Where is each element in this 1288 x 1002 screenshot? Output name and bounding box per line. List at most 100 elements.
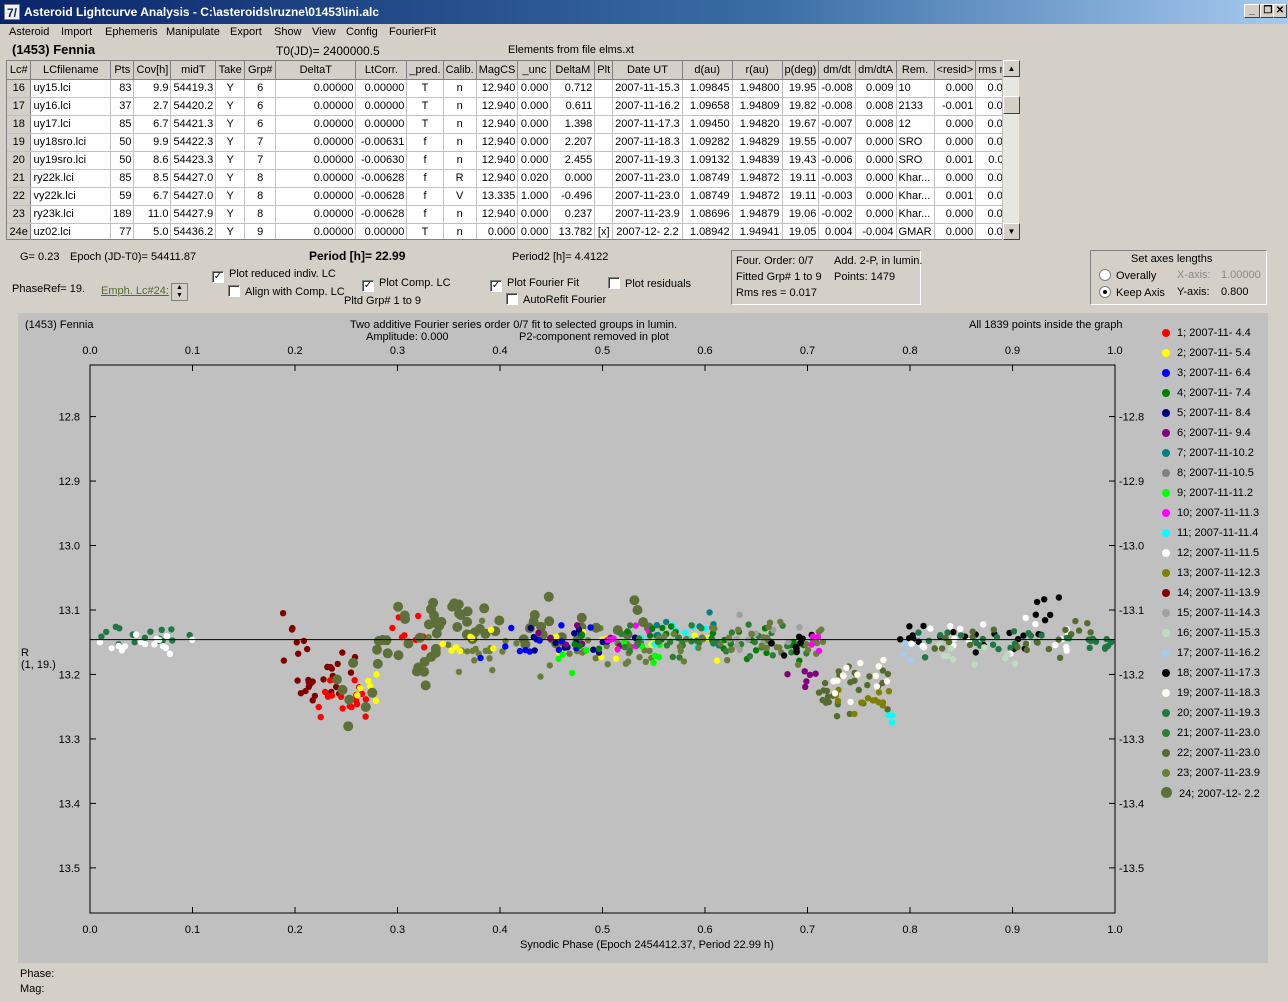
table-row[interactable]: 23 ry23k.lci 189 11.0 54427.9 Y 8 0.00000 -0.006…: [7, 205, 1018, 224]
table-cell[interactable]: 0.020: [517, 169, 552, 188]
table-cell[interactable]: R: [443, 169, 477, 188]
table-cell[interactable]: vy22k.lci: [30, 187, 112, 206]
keep-axis-radio-icon[interactable]: [1099, 286, 1111, 298]
emph-spinner[interactable]: ▲ ▼: [171, 283, 188, 301]
menu-export[interactable]: Export: [230, 26, 262, 38]
table-cell[interactable]: 8: [244, 169, 277, 188]
table-cell[interactable]: 2007-12- 2.2: [612, 223, 683, 239]
table-cell[interactable]: 2133: [896, 97, 935, 116]
row-header[interactable]: 23: [7, 205, 32, 224]
table-cell[interactable]: 54420.2: [170, 97, 217, 116]
table-cell[interactable]: 0.00000: [275, 79, 357, 98]
table-cell[interactable]: 0.00000: [275, 205, 357, 224]
table-cell[interactable]: Y: [215, 97, 246, 116]
table-cell[interactable]: T: [406, 223, 444, 239]
table-cell[interactable]: 8.5: [133, 169, 172, 188]
table-cell[interactable]: 1.08942: [682, 223, 733, 239]
table-cell[interactable]: 1.94941: [732, 223, 783, 239]
table-cell[interactable]: 1.09282: [682, 133, 733, 152]
table-cell[interactable]: 2007-11-15.3: [612, 79, 683, 98]
column-header[interactable]: dm/dtA: [855, 61, 897, 80]
table-cell[interactable]: 0.000: [517, 79, 552, 98]
table-cell[interactable]: -0.00628: [355, 169, 408, 188]
table-cell[interactable]: Y: [215, 115, 246, 134]
table-cell[interactable]: 0.000: [550, 169, 596, 188]
table-cell[interactable]: Y: [215, 223, 246, 239]
table-cell[interactable]: 12.940: [476, 115, 519, 134]
table-cell[interactable]: 54421.3: [170, 115, 217, 134]
table-cell[interactable]: f: [406, 151, 444, 170]
menu-fourierfit[interactable]: FourierFit: [389, 26, 436, 38]
table-cell[interactable]: 0.000: [855, 133, 897, 152]
table-cell[interactable]: 10: [896, 79, 935, 98]
table-cell[interactable]: 1.09845: [682, 79, 733, 98]
table-cell[interactable]: 0.000: [855, 205, 897, 224]
table-cell[interactable]: -0.008: [818, 97, 856, 116]
lightcurve-graph[interactable]: 0.0 0.0 0.1 0.1 0.2 0.2 0.3 0.3 0.4 0.4 0.5 0.5 0.6 0…: [18, 313, 1268, 963]
autorefit-checkbox[interactable]: [506, 293, 518, 305]
table-cell[interactable]: 0.00000: [355, 223, 408, 239]
plot-reduced-checkbox[interactable]: ✓: [212, 271, 224, 283]
table-cell[interactable]: [594, 205, 614, 224]
plot-resid-check[interactable]: Plot residuals: [608, 277, 691, 290]
table-cell[interactable]: T: [406, 115, 444, 134]
table-cell[interactable]: 1.09658: [682, 97, 733, 116]
table-cell[interactable]: SRO: [896, 133, 935, 152]
table-cell[interactable]: 0.001: [934, 151, 977, 170]
table-cell[interactable]: 0.000: [934, 79, 977, 98]
table-cell[interactable]: 2007-11-17.3: [612, 115, 683, 134]
table-cell[interactable]: 0.00000: [275, 133, 357, 152]
table-cell[interactable]: -0.00630: [355, 151, 408, 170]
table-cell[interactable]: 9.9: [133, 133, 172, 152]
table-scrollbar[interactable]: ▲ ▼: [1002, 60, 1020, 240]
column-header[interactable]: Cov[h]: [133, 61, 172, 80]
table-cell[interactable]: 54422.3: [170, 133, 217, 152]
table-row[interactable]: 22 vy22k.lci 59 6.7 54427.0 Y 8 0.00000 -0.00628…: [7, 187, 1018, 206]
table-cell[interactable]: 0.000: [934, 205, 977, 224]
row-header[interactable]: 19: [7, 133, 32, 152]
row-header[interactable]: 21: [7, 169, 32, 188]
table-cell[interactable]: 85: [110, 169, 135, 188]
table-cell[interactable]: 2.7: [133, 97, 172, 116]
table-cell[interactable]: 1.94839: [732, 151, 783, 170]
table-cell[interactable]: 13.782: [550, 223, 596, 239]
table-cell[interactable]: 0.008: [855, 97, 897, 116]
table-cell[interactable]: 9.9: [133, 79, 172, 98]
table-cell[interactable]: 11.0: [133, 205, 172, 224]
table-cell[interactable]: 54423.3: [170, 151, 217, 170]
table-cell[interactable]: ry23k.lci: [30, 205, 112, 224]
column-header[interactable]: Calib.: [443, 61, 477, 80]
table-cell[interactable]: 0.000: [517, 205, 552, 224]
table-cell[interactable]: 0.004: [818, 223, 856, 239]
table-cell[interactable]: 1.94820: [732, 115, 783, 134]
table-cell[interactable]: uy17.lci: [30, 115, 112, 134]
table-cell[interactable]: 19.06: [782, 205, 820, 224]
table-cell[interactable]: 2007-11-18.3: [612, 133, 683, 152]
menu-import[interactable]: Import: [61, 26, 92, 38]
table-cell[interactable]: 6.7: [133, 115, 172, 134]
menu-show[interactable]: Show: [274, 26, 302, 38]
table-cell[interactable]: uy16.lci: [30, 97, 112, 116]
table-cell[interactable]: 19.95: [782, 79, 820, 98]
table-cell[interactable]: 0.000: [517, 223, 552, 239]
table-cell[interactable]: Khar...: [896, 205, 935, 224]
table-cell[interactable]: Y: [215, 151, 246, 170]
menu-asteroid[interactable]: Asteroid: [9, 26, 49, 38]
table-cell[interactable]: 0.000: [517, 115, 552, 134]
plot-comp-check[interactable]: ✓ Plot Comp. LC: [362, 277, 451, 292]
table-cell[interactable]: -0.00631: [355, 133, 408, 152]
menu-manipulate[interactable]: Manipulate: [166, 26, 220, 38]
column-header[interactable]: Lc#: [7, 61, 32, 80]
table-row[interactable]: 17 uy16.lci 37 2.7 54420.2 Y 6 0.00000 0.00000 Tn…: [7, 97, 1018, 116]
table-cell[interactable]: 19.55: [782, 133, 820, 152]
table-row[interactable]: 16 uy15.lci 83 9.9 54419.3 Y 6 0.00000 0.00000 Tn…: [7, 79, 1018, 98]
table-cell[interactable]: 2.455: [550, 151, 596, 170]
table-cell[interactable]: [594, 187, 614, 206]
table-cell[interactable]: 0.00000: [275, 115, 357, 134]
table-cell[interactable]: [594, 133, 614, 152]
column-header[interactable]: DeltaM: [550, 61, 596, 80]
table-cell[interactable]: 19.11: [782, 187, 820, 206]
row-header[interactable]: 17: [7, 97, 32, 116]
row-header[interactable]: 24e: [7, 223, 32, 239]
table-cell[interactable]: -0.008: [818, 79, 856, 98]
